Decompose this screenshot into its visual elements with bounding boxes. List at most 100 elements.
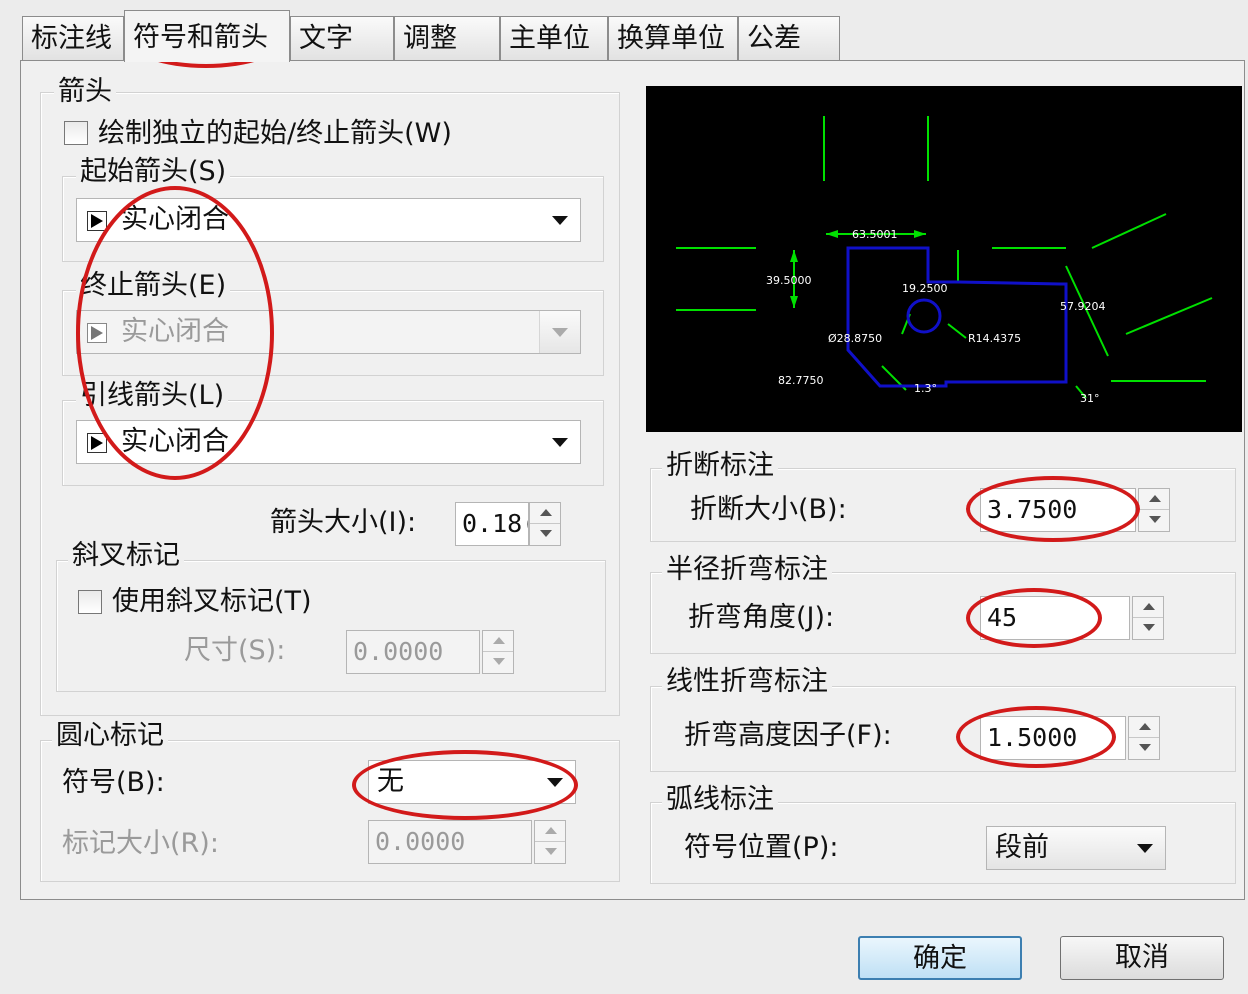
dimension-text: 57.9204	[1060, 300, 1106, 313]
tab-label: 换算单位	[617, 23, 725, 54]
arrow-size-spinner[interactable]	[529, 502, 561, 546]
jog-angle-input[interactable]: 45	[980, 596, 1130, 640]
tab-label: 主单位	[509, 23, 590, 54]
jog-angle-spinner[interactable]	[1132, 596, 1164, 640]
tab-primary-units[interactable]: 主单位	[500, 16, 608, 60]
second-arrow-value: 实心闭合	[121, 316, 229, 347]
cancel-button[interactable]: 取消	[1060, 936, 1224, 980]
tab-label: 公差	[747, 23, 801, 54]
break-size-label: 折断大小(B):	[690, 494, 847, 525]
spin-down-icon[interactable]	[483, 652, 513, 673]
chevron-down-icon	[552, 328, 568, 337]
independent-arrows-checkbox[interactable]	[64, 121, 88, 145]
spin-up-icon[interactable]	[530, 503, 560, 524]
tab-label: 符号和箭头	[133, 22, 268, 53]
jog-height-factor-label: 折弯高度因子(F):	[684, 720, 892, 751]
oblique-group	[56, 560, 606, 692]
spin-up-icon[interactable]	[1129, 717, 1159, 738]
center-size-label: 标记大小(R):	[62, 828, 219, 859]
tab-text[interactable]: 文字	[290, 16, 394, 60]
jog-height-factor-spinner[interactable]	[1128, 716, 1160, 760]
arrow-size-label: 箭头大小(I):	[270, 507, 417, 538]
spin-up-icon[interactable]	[483, 631, 513, 652]
tab-fit[interactable]: 调整	[394, 16, 500, 60]
arc-symbol-position-label: 符号位置(P):	[684, 832, 839, 863]
center-marks-title: 圆心标记	[52, 720, 168, 752]
arc-symbol-position-value: 段前	[995, 832, 1049, 863]
arrowhead	[826, 230, 838, 238]
leader-arrow-combo[interactable]: 实心闭合	[76, 420, 581, 464]
arrowheads-group-title: 箭头	[54, 76, 116, 108]
oblique-size-input[interactable]: 0.0000	[346, 630, 480, 674]
chevron-down-icon	[547, 778, 563, 787]
spin-down-icon[interactable]	[1139, 510, 1169, 531]
dimension-text: 39.5000	[766, 274, 812, 287]
tab-label: 调整	[403, 23, 457, 54]
break-size-input[interactable]: 3.7500	[980, 488, 1136, 532]
leader-arrow-label: 引线箭头(L)	[76, 380, 229, 412]
arrowhead	[790, 250, 798, 262]
tab-lines[interactable]: 标注线	[22, 16, 124, 60]
arrowhead	[914, 230, 926, 238]
spin-up-icon[interactable]	[535, 821, 565, 842]
dimension-text: R14.4375	[968, 332, 1021, 345]
dimension-text: 63.5001	[852, 228, 898, 241]
chevron-down-icon	[552, 216, 568, 225]
tab-symbols-and-arrows[interactable]: 符号和箭头	[124, 10, 290, 62]
dimension-break-title: 折断标注	[662, 450, 778, 482]
break-size-spinner[interactable]	[1138, 488, 1170, 532]
jog-angle-label: 折弯角度(J):	[688, 602, 835, 633]
radius-jog-title: 半径折弯标注	[662, 554, 832, 586]
use-oblique-label: 使用斜叉标记(T)	[112, 586, 312, 617]
arrow-size-input[interactable]: 0.18(	[455, 502, 529, 546]
independent-arrows-label: 绘制独立的起始/终止箭头(W)	[98, 118, 452, 149]
spin-down-icon[interactable]	[535, 842, 565, 863]
center-symbol-label: 符号(B):	[62, 767, 165, 798]
linear-jog-title: 线性折弯标注	[662, 666, 832, 698]
dimension-text: 31°	[1080, 392, 1100, 405]
extension-line	[1125, 297, 1213, 335]
dimension-text: 19.2500	[902, 282, 948, 295]
first-arrow-label: 起始箭头(S)	[76, 156, 231, 188]
arc-symbol-position-combo[interactable]: 段前	[986, 826, 1166, 870]
jog-height-factor-input[interactable]: 1.5000	[980, 716, 1126, 760]
spin-down-icon[interactable]	[1133, 618, 1163, 639]
second-arrow-combo[interactable]: 实心闭合	[76, 310, 581, 354]
tab-label: 文字	[299, 23, 353, 54]
oblique-size-label: 尺寸(S):	[184, 635, 286, 666]
extension-line	[1091, 213, 1167, 249]
closed-filled-arrow-icon	[87, 323, 107, 343]
tab-tolerances[interactable]: 公差	[738, 16, 840, 60]
oblique-group-title: 斜叉标记	[68, 540, 184, 572]
spin-up-icon[interactable]	[1133, 597, 1163, 618]
tab-alternate-units[interactable]: 换算单位	[608, 16, 738, 60]
preview-canvas: 63.5001 39.5000 19.2500 57.9204 Ø28.8750…	[646, 86, 1242, 432]
tab-label: 标注线	[31, 23, 112, 54]
first-arrow-value: 实心闭合	[121, 204, 229, 235]
closed-filled-arrow-icon	[87, 433, 107, 453]
dimension-text: 1.3°	[914, 382, 937, 395]
second-arrow-label: 终止箭头(E)	[76, 270, 231, 302]
first-arrow-combo[interactable]: 实心闭合	[76, 198, 581, 242]
center-size-spinner[interactable]	[534, 820, 566, 864]
use-oblique-checkbox[interactable]	[78, 590, 102, 614]
chevron-down-icon	[1137, 844, 1153, 853]
arc-length-title: 弧线标注	[662, 784, 778, 816]
center-symbol-combo[interactable]: 无	[368, 760, 576, 804]
dimension-text: 82.7750	[778, 374, 824, 387]
center-symbol-value: 无	[377, 766, 404, 797]
center-size-input[interactable]: 0.0000	[368, 820, 532, 864]
part-circle	[906, 298, 942, 334]
chevron-down-icon	[552, 438, 568, 447]
dimension-text: Ø28.8750	[828, 332, 882, 345]
leader-line	[947, 323, 967, 339]
spin-down-icon[interactable]	[530, 524, 560, 545]
arrowhead	[790, 296, 798, 308]
ok-button[interactable]: 确定	[858, 936, 1022, 980]
closed-filled-arrow-icon	[87, 211, 107, 231]
spin-up-icon[interactable]	[1139, 489, 1169, 510]
leader-arrow-value: 实心闭合	[121, 426, 229, 457]
dimension-preview-drawing: 63.5001 39.5000 19.2500 57.9204 Ø28.8750…	[676, 116, 1213, 405]
spin-down-icon[interactable]	[1129, 738, 1159, 759]
oblique-size-spinner[interactable]	[482, 630, 514, 674]
